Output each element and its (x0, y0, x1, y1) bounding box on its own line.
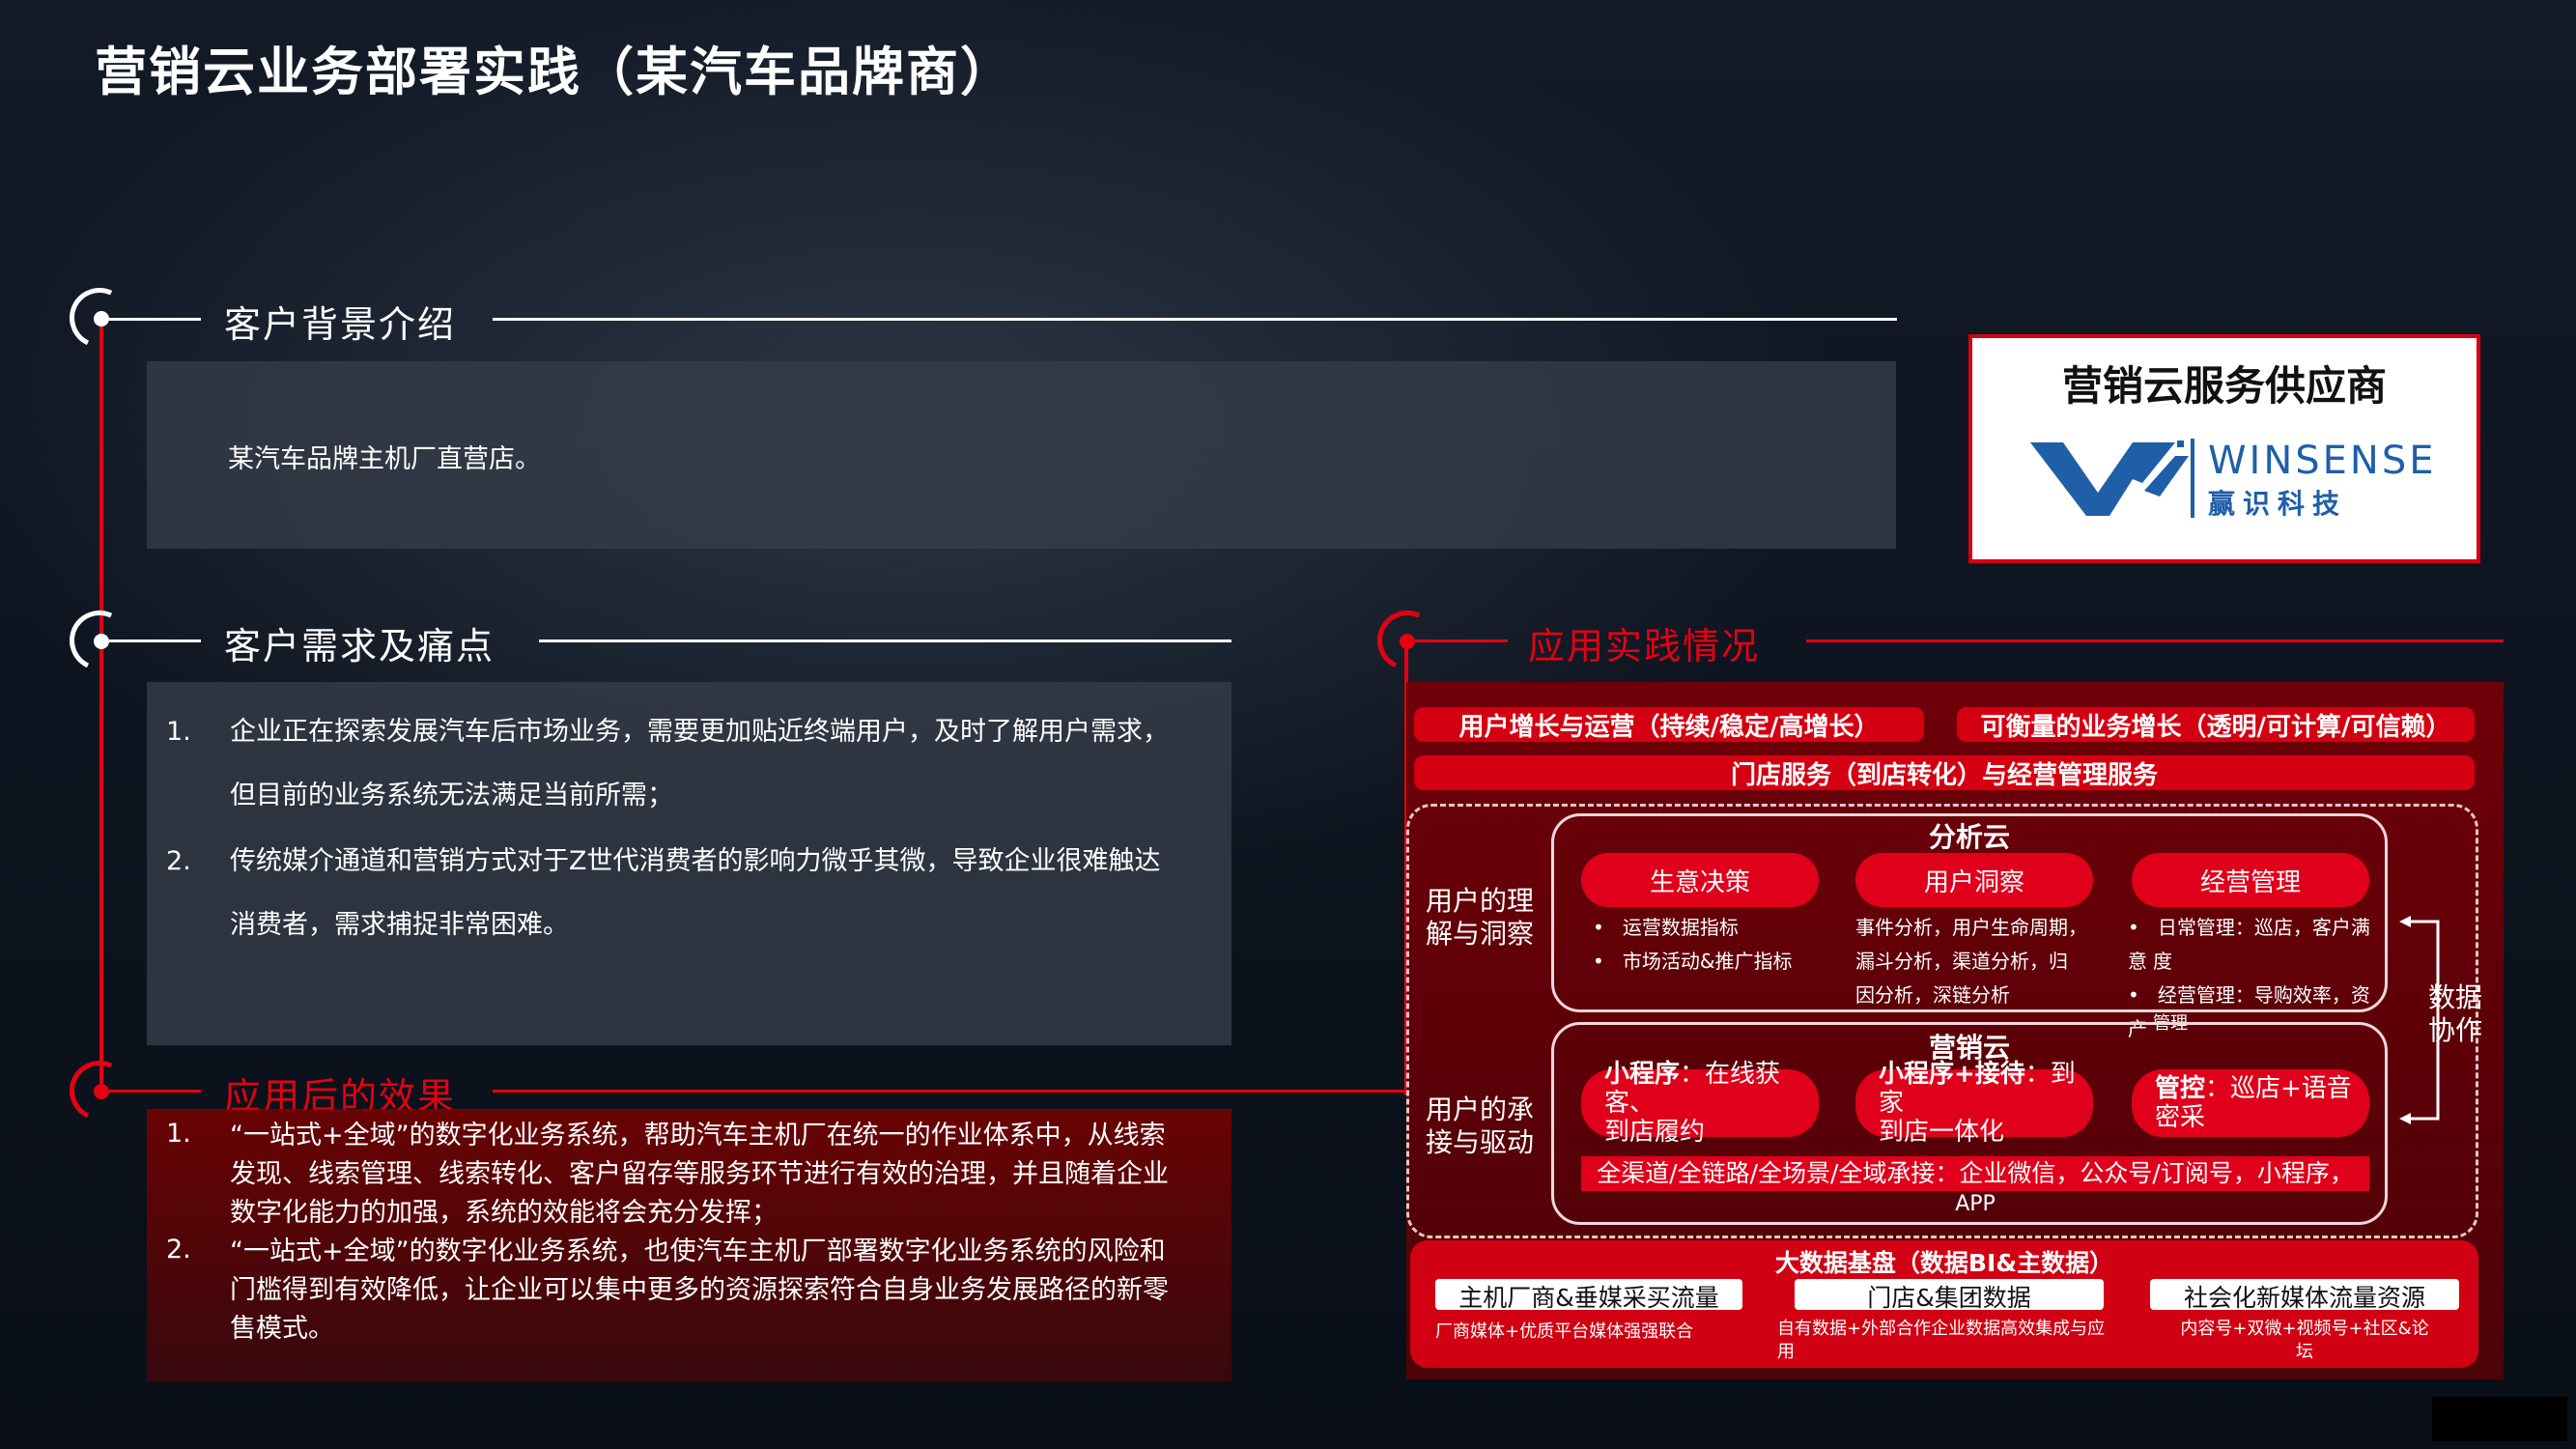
marketing-side-label: 用户的承接与驱动 (1426, 1094, 1535, 1158)
section-title-needs: 客户需求及痛点 (224, 625, 495, 668)
analysis-item-management: 经营管理 (2132, 853, 2369, 907)
list-item-text: 门槛得到有效降低，让企业可以集中更多的资源探索符合自身业务发展路径的新零 (230, 1275, 1169, 1305)
marketing-cloud-box: 营销云 小程序：在线获客、 到店履约 小程序+接待：到家 到店一体化 管控：巡店+语… (1551, 1022, 2388, 1225)
section-rule-right (493, 318, 1897, 321)
section-rule-right (539, 639, 1231, 642)
insight-desc: 事件分析，用户生命周期， (1855, 916, 2087, 939)
insight-desc: 漏斗分析，渠道分析，归 (1855, 950, 2068, 973)
analysis-side-label: 用户的理解与洞察 (1426, 885, 1535, 950)
vendor-title: 营销云服务供应商 (2061, 362, 2387, 410)
section-rule-left (109, 639, 201, 642)
section-rule-left (109, 1090, 201, 1093)
store-service-pill: 门店服务（到店转化）与经营管理服务 (1414, 755, 2475, 790)
section-marker-dot (94, 634, 109, 649)
background-panel: 某汽车品牌主机厂直营店。 (147, 361, 1896, 549)
timeline-line (99, 317, 103, 1090)
analysis-bullet: • 市场活动&推广指标 (1593, 950, 1793, 973)
marketing-item-miniapp: 小程序：在线获客、 到店履约 (1581, 1060, 1819, 1147)
section-marker-dot (94, 311, 109, 327)
section-rule-left (1415, 639, 1508, 642)
bullet-text: 市场活动&推广指标 (1622, 950, 1793, 973)
oval-line2: 到店一体化 (1879, 1118, 2005, 1147)
measurable-pill: 可衡量的业务增长（透明/可计算/可信赖） (1957, 707, 2475, 742)
oval-text: 管控：巡店+语音 密采 (2155, 1074, 2352, 1132)
insight-desc: 因分析，深链分析 (1855, 983, 2010, 1007)
bigdata-desc-line: 内容号+双微+视频号+社区&论 (2180, 1319, 2429, 1339)
section-rule-right (1806, 639, 2504, 642)
oval-text: 小程序+接待：到家 到店一体化 (1879, 1060, 2093, 1147)
list-item-text: 企业正在探索发展汽车后市场业务，需要更加贴近终端用户，及时了解用户需求， (230, 717, 1169, 747)
bigdata-item-social: 社会化新媒体流量资源 (2150, 1279, 2459, 1312)
marketing-item-control: 管控：巡店+语音 密采 (2132, 1069, 2369, 1137)
list-number: 2. (166, 846, 191, 876)
analysis-bullet: • 运营数据指标 (1593, 916, 1739, 939)
effects-panel: 1. “一站式+全域”的数字化业务系统，帮助汽车主机厂在统一的作业体系中，从线索… (147, 1109, 1231, 1381)
oval-line2: 到店履约 (1604, 1118, 1706, 1147)
oval-text: 小程序：在线获客、 到店履约 (1604, 1060, 1819, 1147)
vendor-box: 营销云服务供应商 WINSENSE 赢识科技 (1968, 334, 2480, 563)
winsense-logo: WINSENSE 赢识科技 (2030, 437, 2436, 524)
section-rule-right (493, 1090, 1410, 1093)
analysis-item-insight: 用户洞察 (1855, 853, 2093, 907)
data-collab-label: 数据协作 (2428, 981, 2483, 1046)
list-item-text: 数字化能力的加强，系统的效能将会充分发挥； (230, 1198, 778, 1228)
oval-bold: 管控 (2155, 1074, 2206, 1103)
marketing-item-reception: 小程序+接待：到家 到店一体化 (1855, 1060, 2093, 1147)
oval-rest: ：巡店+语音 (2205, 1074, 2352, 1103)
section-rule-left (109, 318, 201, 321)
slide-title: 营销云业务部署实践（某汽车品牌商） (95, 42, 1014, 102)
practice-panel: 用户增长与运营（持续/稳定/高增长） 可衡量的业务增长（透明/可计算/可信赖） … (1406, 682, 2504, 1379)
growth-pill: 用户增长与运营（持续/稳定/高增长） (1414, 707, 1924, 742)
list-item-text: “一站式+全域”的数字化业务系统，也使汽车主机厂部署数字化业务系统的风险和 (230, 1236, 1166, 1266)
list-number: 1. (166, 1119, 191, 1149)
bigdata-desc-line: 坛 (2296, 1342, 2313, 1362)
section-marker-dot (94, 1084, 109, 1099)
bullet-text: 度 (2153, 950, 2172, 973)
list-item-text: 传统媒介通道和营销方式对于Z世代消费者的影响力微乎其微，导致企业很难触达 (230, 846, 1161, 876)
logo-en: WINSENSE (2208, 439, 2437, 483)
section-title-background: 客户背景介绍 (224, 303, 457, 346)
bigdata-desc-line: 用 (1777, 1342, 1795, 1362)
bigdata-desc-line: 自有数据+外部合作企业数据高效集成与应 (1777, 1319, 2106, 1339)
list-item-text: 消费者，需求捕捉非常困难。 (230, 910, 569, 940)
list-number: 2. (166, 1235, 191, 1264)
bigdata-desc: 自有数据+外部合作企业数据高效集成与应用 (1777, 1318, 2144, 1364)
bigdata-item-oem: 主机厂商&垂媒采买流量 (1435, 1279, 1742, 1312)
bigdata-desc: 内容号+双微+视频号+社区&论坛 (2160, 1318, 2449, 1364)
list-item-text: 但目前的业务系统无法满足当前所需； (230, 781, 673, 810)
needs-panel: 1. 企业正在探索发展汽车后市场业务，需要更加贴近终端用户，及时了解用户需求， … (147, 682, 1231, 1045)
channels-bar: 全渠道/全链路/全场景/全域承接：企业微信，公众号/订阅号，小程序， (1581, 1156, 2369, 1191)
bigdata-item-store: 门店&集团数据 (1795, 1279, 2104, 1312)
bullet-text: 运营数据指标 (1622, 916, 1739, 939)
list-number: 1. (166, 717, 191, 747)
logo-cn: 赢识科技 (2208, 488, 2348, 520)
corner-block (2432, 1397, 2567, 1441)
analysis-cloud-box: 分析云 生意决策 用户洞察 经营管理 • 运营数据指标 • 市场活动&推广指标 … (1551, 813, 2388, 1040)
list-item-text: 发现、线索管理、线索转化、客户留存等服务环节进行有效的治理，并且随着企业 (230, 1159, 1169, 1189)
section-title-practice: 应用实践情况 (1528, 625, 1761, 668)
oval-line2: 密采 (2155, 1103, 2206, 1132)
bigdata-panel: 大数据基盘（数据BI&主数据） 主机厂商&垂媒采买流量 门店&集团数据 社会化新… (1410, 1240, 2478, 1368)
oval-bold: 小程序 (1604, 1060, 1681, 1089)
background-text: 某汽车品牌主机厂直营店。 (228, 444, 541, 474)
list-item-text: 售模式。 (230, 1314, 334, 1344)
channels-bar-tail: APP (1955, 1192, 1996, 1216)
analysis-item-decision: 生意决策 (1581, 853, 1819, 907)
analysis-cloud-title: 分析云 (1928, 821, 2010, 853)
bigdata-desc: 厂商媒体+优质平台媒体强强联合 (1435, 1321, 1694, 1342)
list-item-text: “一站式+全域”的数字化业务系统，帮助汽车主机厂在统一的作业体系中，从线索 (230, 1121, 1166, 1151)
oval-bold: 小程序+接待 (1879, 1060, 2025, 1089)
bigdata-title: 大数据基盘（数据BI&主数据） (1774, 1249, 2114, 1277)
